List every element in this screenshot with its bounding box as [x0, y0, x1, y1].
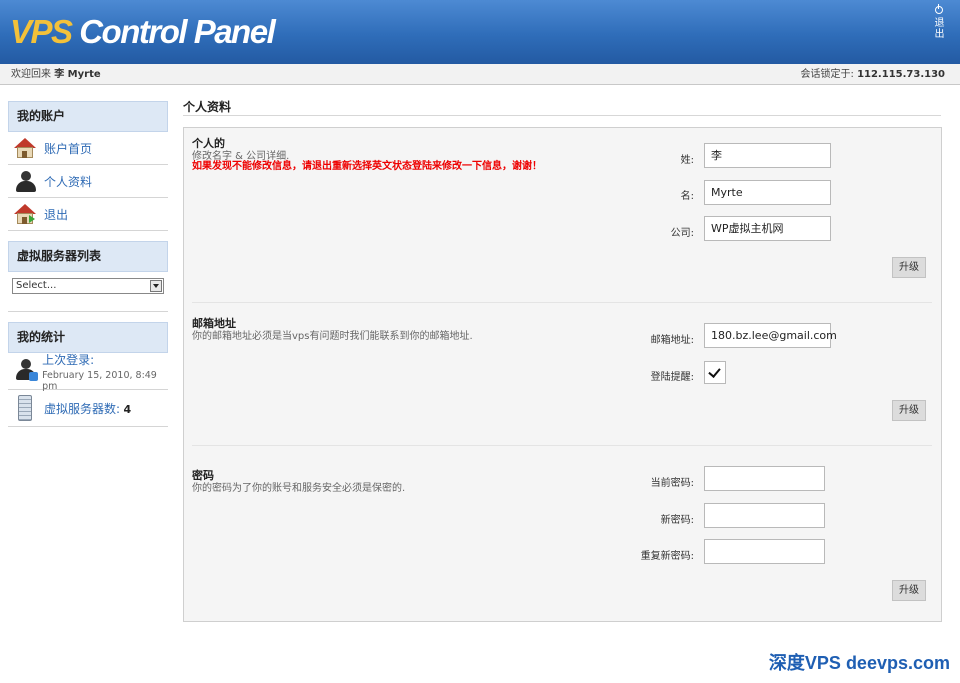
header-bar: VPS Control Panel 退出 — [0, 0, 960, 64]
section-divider — [192, 445, 932, 446]
session-ip: 112.115.73.130 — [857, 69, 945, 80]
home-icon — [14, 137, 36, 158]
new-password-label: 新密码: — [660, 515, 694, 526]
login-icon-wrap — [8, 353, 42, 390]
last-login-value: February 15, 2010, 8:49 pm — [42, 369, 157, 392]
company-label: 公司: — [670, 228, 694, 239]
sidebar-item-account-home[interactable]: 账户首页 — [8, 132, 168, 165]
power-icon — [935, 4, 943, 14]
name-field[interactable]: Myrte — [704, 180, 831, 205]
surname-field[interactable]: 李 — [704, 143, 831, 168]
chevron-down-icon — [150, 280, 162, 292]
user-icon — [16, 170, 36, 193]
watermark: 深度VPS deevps.com — [768, 653, 950, 673]
stats-section-title: 我的统计 — [8, 322, 168, 353]
stat-server-count: 虚拟服务器数: 4 — [8, 390, 168, 427]
sidebar-item-logout[interactable]: 退出 — [8, 198, 168, 231]
checkmark-icon — [708, 365, 721, 378]
update-personal-button[interactable]: 升级 — [892, 257, 926, 278]
profile-form-panel: 个人的 修改名字 & 公司详细. 如果发现不能修改信息，请退出重新选择英文状态登… — [183, 127, 942, 622]
update-email-button[interactable]: 升级 — [892, 400, 926, 421]
account-section-title: 我的账户 — [8, 101, 168, 132]
login-reminder-checkbox[interactable] — [704, 361, 726, 384]
server-icon — [18, 394, 32, 421]
password-section-desc: 你的密码为了你的账号和服务安全必须是保密的. — [192, 483, 406, 494]
email-field[interactable]: 180.bz.lee@gmail.com — [704, 323, 837, 348]
exit-house-icon — [14, 203, 36, 224]
logo-main: Control Panel — [71, 13, 276, 50]
server-icon-wrap — [8, 390, 44, 427]
top-logout-label: 退出 — [932, 17, 943, 39]
warning-text: 如果发现不能修改信息，请退出重新选择英文状态登陆来修改一下信息，谢谢！ — [192, 161, 542, 172]
welcome-text: 欢迎回来 李 Myrte — [11, 64, 101, 85]
last-login-label: 上次登录: — [42, 352, 95, 367]
welcome-prefix: 欢迎回来 — [11, 69, 51, 80]
app-logo[interactable]: VPS Control Panel — [10, 13, 276, 51]
session-info: 会话锁定于: 112.115.73.130 — [801, 64, 946, 85]
server-select-value: Select... — [16, 280, 57, 291]
server-select[interactable]: Select... — [12, 278, 164, 294]
server-count-label: 虚拟服务器数: — [44, 401, 121, 416]
server-count-value: 4 — [123, 402, 132, 416]
user-name: 李 Myrte — [54, 69, 101, 80]
servers-section-title: 虚拟服务器列表 — [8, 241, 168, 272]
login-reminder-label: 登陆提醒: — [650, 372, 694, 383]
current-password-field[interactable] — [704, 466, 825, 491]
sidebar-item-label: 个人资料 — [44, 174, 93, 189]
user-info-icon — [16, 358, 38, 381]
surname-label: 姓: — [680, 155, 694, 166]
repeat-password-label: 重复新密码: — [640, 551, 694, 562]
status-bar: 欢迎回来 李 Myrte 会话锁定于: 112.115.73.130 — [0, 64, 960, 85]
user-icon-wrap — [8, 165, 44, 198]
sidebar: 我的账户 账户首页 个人资料 退出 虚拟服务器列表 Select... 我的统计… — [8, 101, 168, 427]
sidebar-item-profile[interactable]: 个人资料 — [8, 165, 168, 198]
current-password-label: 当前密码: — [650, 478, 694, 489]
session-label: 会话锁定于: — [800, 69, 854, 80]
top-logout-button[interactable]: 退出 — [932, 4, 946, 39]
new-password-field[interactable] — [704, 503, 825, 528]
company-field[interactable]: WP虚拟主机网 — [704, 216, 831, 241]
logo-accent: VPS — [10, 13, 73, 50]
repeat-password-field[interactable] — [704, 539, 825, 564]
exit-icon-wrap — [8, 198, 44, 231]
home-icon-wrap — [8, 132, 44, 165]
server-select-wrap: Select... — [8, 272, 168, 312]
email-label: 邮箱地址: — [650, 335, 694, 346]
email-section-desc: 你的邮箱地址必须是当vps有问题时我们能联系到你的邮箱地址. — [192, 331, 473, 342]
sidebar-item-label: 账户首页 — [44, 141, 93, 156]
page-title: 个人资料 — [183, 98, 941, 116]
update-password-button[interactable]: 升级 — [892, 580, 926, 601]
stat-last-login: 上次登录: February 15, 2010, 8:49 pm — [8, 352, 168, 392]
sidebar-item-label: 退出 — [44, 207, 69, 222]
section-divider — [192, 302, 932, 303]
name-label: 名: — [680, 191, 694, 202]
